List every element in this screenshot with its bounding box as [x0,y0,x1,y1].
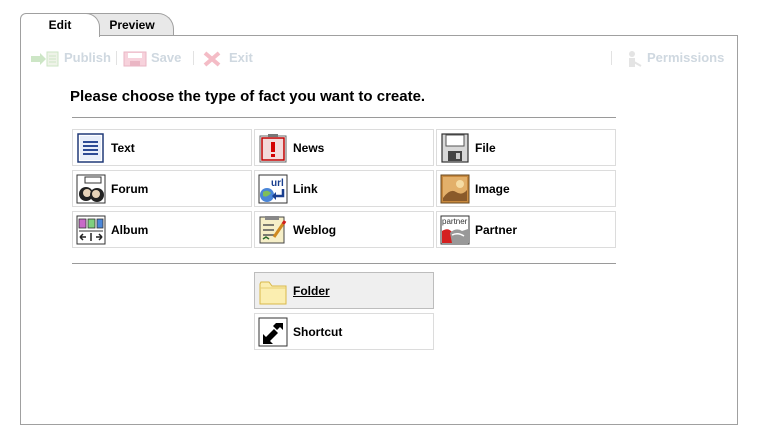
fact-type-album[interactable]: Album [72,211,252,248]
shortcut-icon [258,317,288,347]
weblog-icon [259,216,287,244]
album-icon [76,215,106,245]
exit-button[interactable]: Exit [201,49,253,67]
file-floppy-icon [441,133,469,163]
toolbar-divider [193,51,194,65]
permissions-button[interactable]: Permissions [623,49,724,67]
image-icon [440,174,470,204]
exit-label: Exit [229,50,253,65]
fact-type-label: Text [111,141,135,155]
toolbar-divider [611,51,612,65]
tab-preview-label: Preview [109,18,155,32]
toolbar: Publish Save Exit Permissions [21,44,737,71]
fact-type-forum[interactable]: Forum [72,170,252,207]
svg-text:partner: partner [442,217,468,226]
fact-type-image[interactable]: Image [436,170,616,207]
fact-type-label: Link [293,182,318,196]
publish-label: Publish [64,50,111,65]
structure-type-folder[interactable]: Folder [254,272,434,309]
forum-icon [76,174,106,204]
permissions-icon [629,50,642,67]
toolbar-divider [116,51,117,65]
svg-text:url: url [271,178,284,189]
partner-icon: partner [440,215,470,245]
save-icon [123,51,147,67]
fact-type-label: Partner [475,223,518,237]
fact-type-text[interactable]: Text [72,129,252,166]
folder-icon [259,281,287,305]
page-title: Please choose the type of fact you want … [70,88,426,105]
publish-icon [31,51,59,67]
fact-type-weblog[interactable]: Weblog [254,211,434,248]
fact-type-label: Album [111,223,149,237]
fact-type-news[interactable]: News [254,129,434,166]
fact-type-partner[interactable]: partner Partner [436,211,616,248]
fact-type-label: File [475,141,496,155]
structure-type-label: Shortcut [293,325,343,339]
publish-button[interactable]: Publish [30,49,111,67]
fact-type-file[interactable]: File [436,129,616,166]
text-document-icon [77,133,104,163]
exit-icon [203,51,221,67]
fact-type-label: Weblog [293,223,337,237]
fact-type-label: Image [475,182,510,196]
divider [72,117,616,118]
tab-edit[interactable]: Edit [20,13,100,37]
news-icon [259,134,287,163]
structure-type-label: Folder [293,284,330,298]
permissions-label: Permissions [647,50,725,65]
structure-type-shortcut[interactable]: Shortcut [254,313,434,350]
divider [72,263,616,264]
fact-type-label: Forum [111,182,149,196]
fact-type-link[interactable]: url Link [254,170,434,207]
fact-type-label: News [293,141,325,155]
save-button[interactable]: Save [123,49,181,67]
save-label: Save [151,50,182,65]
link-url-icon: url [258,174,288,204]
